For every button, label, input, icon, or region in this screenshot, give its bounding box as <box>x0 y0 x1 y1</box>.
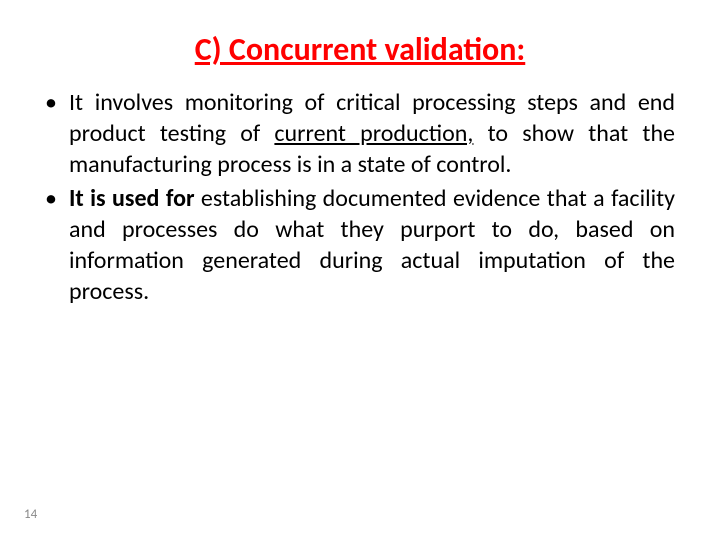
bullet-item: • It is used for establishing documented… <box>45 183 675 308</box>
bullet-text-bold: It is used for <box>69 184 195 213</box>
bullet-marker-icon: • <box>45 87 69 181</box>
bullet-text: It is used for establishing documented e… <box>69 183 675 308</box>
bullet-text-underlined: current production, <box>274 119 473 148</box>
bullet-item: • It involves monitoring of critical pro… <box>45 87 675 181</box>
slide-content: • It involves monitoring of critical pro… <box>20 87 700 307</box>
bullet-marker-icon: • <box>45 183 69 308</box>
page-number: 14 <box>24 507 37 522</box>
bullet-text: It involves monitoring of critical proce… <box>69 87 675 181</box>
slide-title: C) Concurrent validation: <box>20 30 700 69</box>
slide-container: C) Concurrent validation: • It involves … <box>0 0 720 540</box>
